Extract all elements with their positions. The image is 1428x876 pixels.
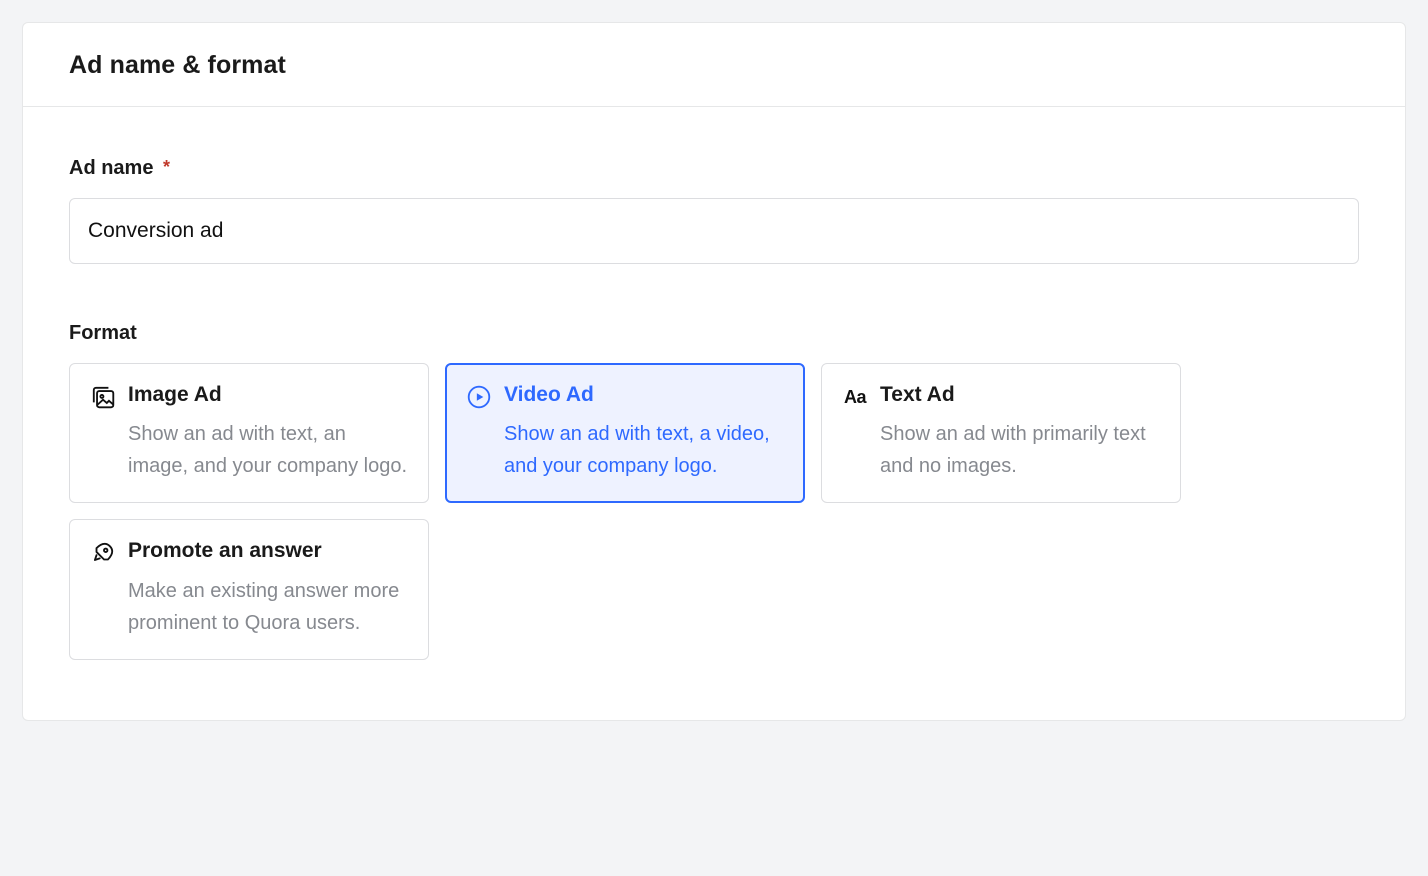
ad-name-label: Ad name * (69, 157, 1359, 180)
format-option-desc: Show an ad with text, an image, and your… (128, 418, 408, 482)
format-label: Format (69, 322, 1359, 345)
format-option-desc: Make an existing answer more prominent t… (128, 575, 408, 639)
card-header: Ad name & format (23, 23, 1405, 107)
play-circle-icon (466, 384, 492, 410)
format-options-grid: Image Ad Show an ad with text, an image,… (69, 363, 1181, 660)
format-section: Format (69, 322, 1359, 660)
format-option-title: Video Ad (504, 382, 784, 408)
text-aa-icon: Aa (842, 384, 868, 410)
format-option-title: Image Ad (128, 382, 408, 408)
format-option-image-ad[interactable]: Image Ad Show an ad with text, an image,… (69, 363, 429, 503)
ad-name-format-card: Ad name & format Ad name * Format (22, 22, 1406, 721)
format-option-text-ad[interactable]: Aa Text Ad Show an ad with primarily tex… (821, 363, 1181, 503)
card-body: Ad name * Format (23, 107, 1405, 720)
rocket-icon (90, 540, 116, 566)
format-option-desc: Show an ad with primarily text and no im… (880, 418, 1160, 482)
image-icon (90, 384, 116, 410)
ad-name-label-text: Ad name (69, 157, 153, 179)
format-option-desc: Show an ad with text, a video, and your … (504, 418, 784, 482)
format-option-title: Text Ad (880, 382, 1160, 408)
ad-name-field-group: Ad name * (69, 157, 1359, 264)
required-asterisk: * (163, 157, 170, 177)
format-option-title: Promote an answer (128, 538, 408, 564)
ad-name-input[interactable] (69, 198, 1359, 264)
card-title: Ad name & format (69, 51, 1359, 80)
format-option-promote-answer[interactable]: Promote an answer Make an existing answe… (69, 519, 429, 659)
format-option-video-ad[interactable]: Video Ad Show an ad with text, a video, … (445, 363, 805, 503)
